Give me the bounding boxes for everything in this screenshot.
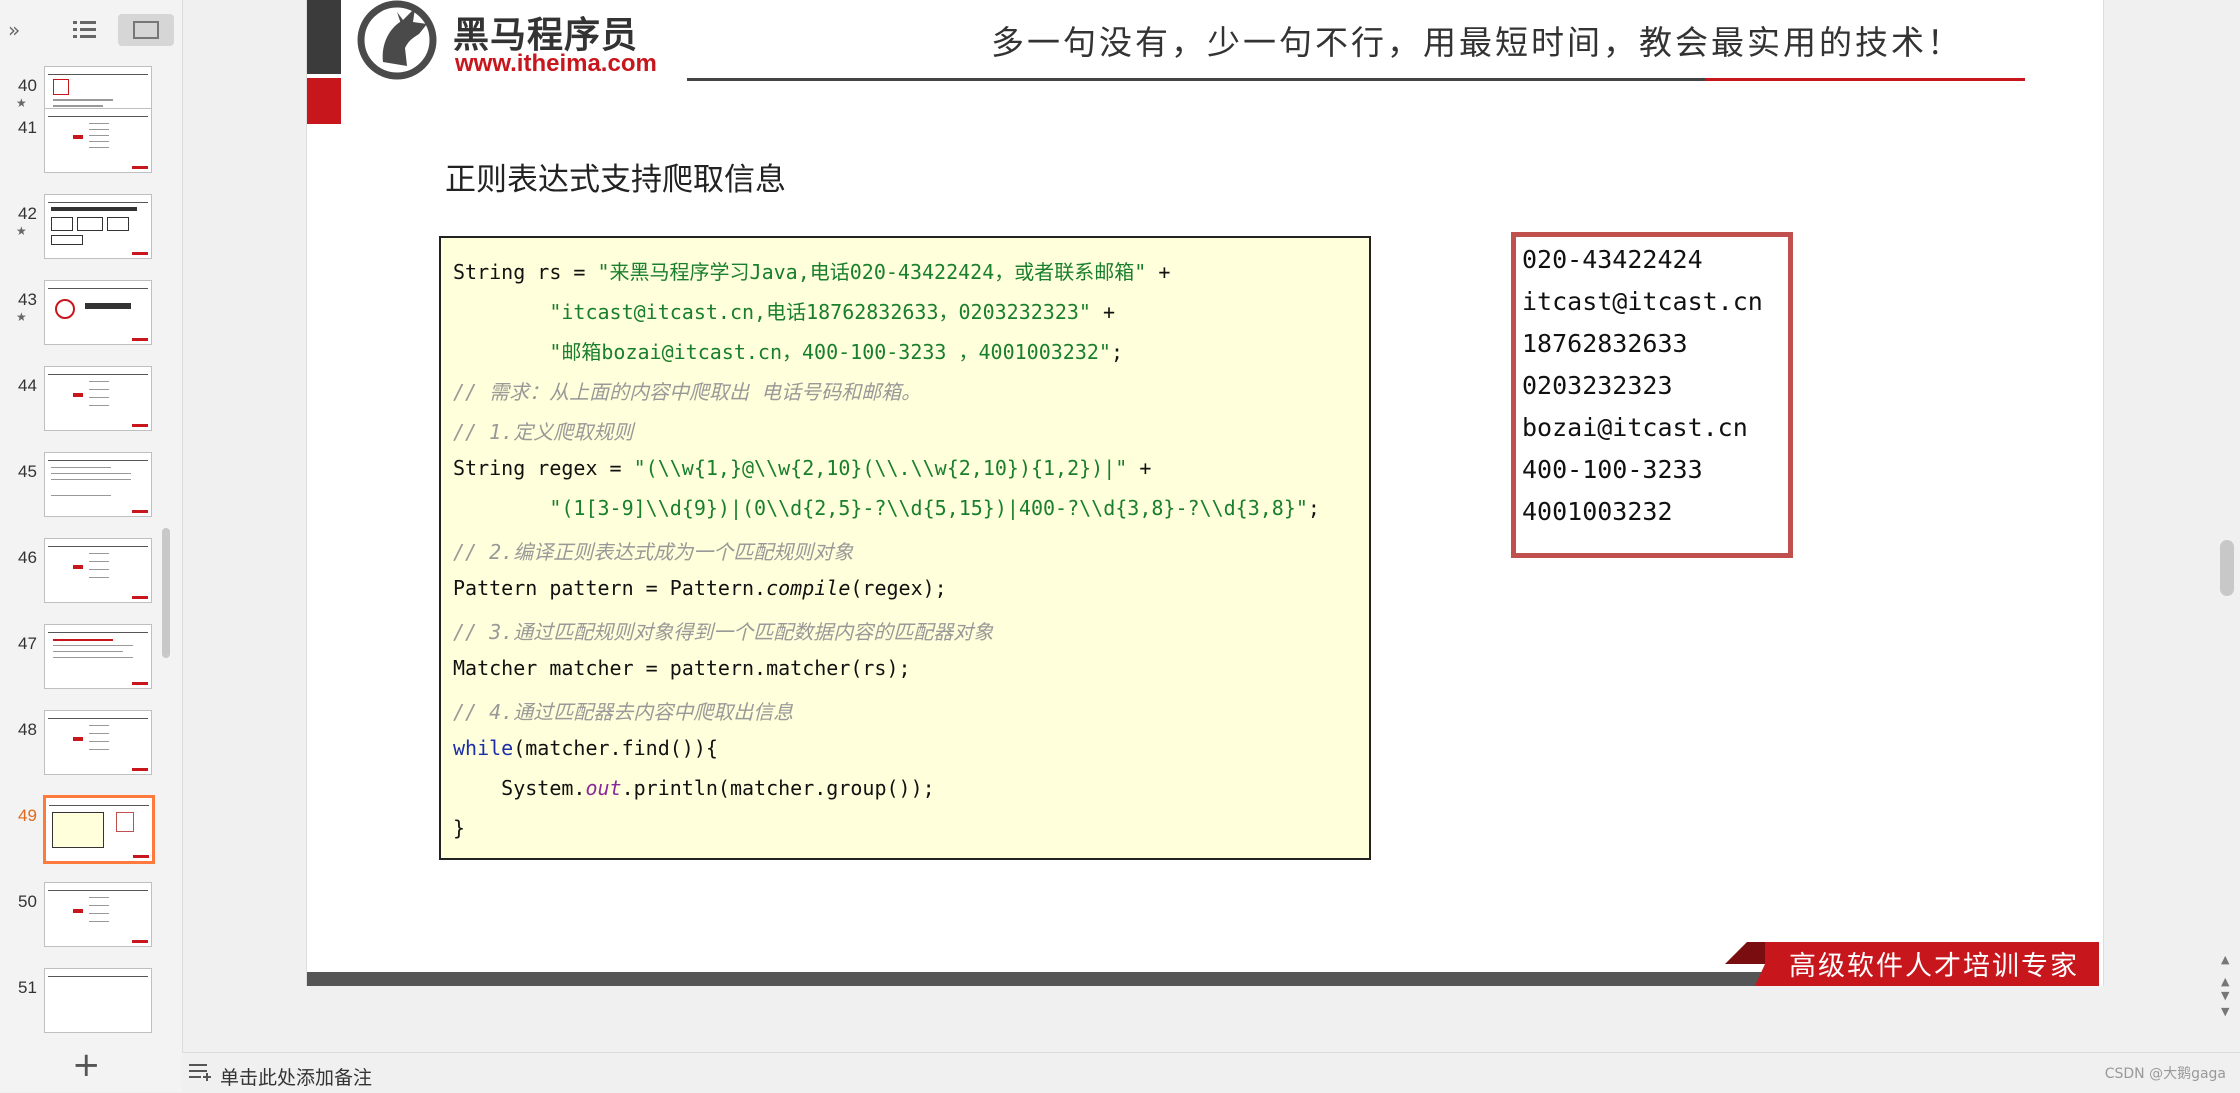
code-line: "(1[3-9]\\d{9})|(0\\d{2,5}-?\\d{5,15})|4… — [549, 496, 1320, 520]
slide-number: 47 — [18, 634, 37, 653]
slide-title: 正则表达式支持爬取信息 — [445, 162, 786, 198]
thumbnail-item[interactable]: 50 — [0, 882, 160, 948]
slide-thumbnail[interactable] — [44, 366, 152, 431]
slide-thumbnail[interactable] — [44, 538, 152, 603]
code-comment: // 3.通过匹配规则对象得到一个匹配数据内容的匹配器对象 — [453, 620, 994, 644]
code-line: } — [453, 816, 466, 840]
slide-thumbnail[interactable] — [44, 108, 152, 173]
output-line: itcast@itcast.cn — [1522, 287, 1763, 316]
slide-thumbnail-active[interactable] — [43, 795, 155, 864]
footer-bar — [307, 972, 1801, 986]
notes-icon — [188, 1061, 212, 1087]
slide-number: 46 — [18, 548, 37, 567]
prev-slide-icon[interactable]: ▲ — [2221, 976, 2229, 987]
slide-number: 42 — [18, 204, 37, 223]
slide-thumbnail-panel: » 40 ★ 41 42 ★ 43 ★ 44 45 46 47 48 49 50… — [0, 0, 183, 1092]
slide-thumbnail[interactable] — [44, 968, 152, 1033]
slide-thumbnail[interactable] — [44, 194, 152, 259]
slide-number: 51 — [18, 978, 37, 997]
code-comment: // 4.通过匹配器去内容中爬取出信息 — [453, 700, 794, 724]
thumbnail-scrollbar[interactable] — [162, 528, 170, 658]
output-line: 0203232323 — [1522, 371, 1673, 400]
header-accent-dark — [307, 0, 341, 74]
thumbnail-item[interactable]: 45 — [0, 452, 160, 518]
thumbnail-list: 40 ★ 41 42 ★ 43 ★ 44 45 46 47 48 49 50 5… — [0, 66, 182, 1036]
thumbnail-item[interactable]: 41 — [0, 108, 160, 174]
thumbnail-view-icon[interactable] — [118, 14, 174, 52]
thumbnail-item[interactable]: 46 — [0, 538, 160, 604]
horse-logo-icon — [353, 0, 445, 84]
code-comment: // 需求：从上面的内容中爬取出 电话号码和邮箱。 — [453, 380, 922, 404]
slide-thumbnail[interactable] — [44, 452, 152, 517]
panel-toolbar: » — [0, 0, 182, 66]
scroll-down-icon[interactable]: ▼ — [2221, 1006, 2229, 1017]
output-box: 020-43422424 itcast@itcast.cn 1876283263… — [1511, 232, 1793, 558]
thumbnail-item[interactable]: 51 — [0, 968, 160, 1034]
slide-slogan: 多一句没有，少一句不行，用最短时间，教会最实用的技术！ — [991, 23, 1963, 62]
slide-canvas[interactable]: 黑马程序员 www.itheima.com 多一句没有，少一句不行，用最短时间，… — [306, 0, 2104, 986]
slide-thumbnail[interactable] — [44, 280, 152, 345]
watermark: CSDN @大鹅gaga — [2104, 1066, 2226, 1082]
add-slide-button[interactable]: + — [72, 1048, 101, 1082]
slide-number: 49 — [18, 806, 37, 825]
code-line: String regex = "(\\w{1,}@\\w{2,10}(\\.\\… — [453, 456, 1152, 480]
thumbnail-item[interactable]: 48 — [0, 710, 160, 776]
slide-thumbnail[interactable] — [44, 624, 152, 689]
code-line: "邮箱bozai@itcast.cn，400-100-3233 ，4001003… — [549, 340, 1124, 364]
brand-url: www.itheima.com — [455, 50, 657, 77]
slide-thumbnail[interactable] — [44, 882, 152, 947]
code-line: System.out.println(matcher.group()); — [453, 776, 935, 800]
slide-number: 48 — [18, 720, 37, 739]
header-rule-accent — [1705, 78, 2025, 81]
slide-thumbnail[interactable] — [44, 710, 152, 775]
notes-placeholder[interactable]: 单击此处添加备注 — [220, 1063, 372, 1090]
scroll-up-icon[interactable]: ▲ — [2221, 954, 2229, 965]
slide-number: 44 — [18, 376, 37, 395]
notes-bar[interactable]: 单击此处添加备注 — [182, 1052, 2240, 1093]
thumbnail-item[interactable]: 47 — [0, 624, 160, 690]
slide-number: 50 — [18, 892, 37, 911]
output-line: 400-100-3233 — [1522, 455, 1703, 484]
vertical-scrollbar[interactable]: ▲ ▲ ▼ ▼ — [2216, 0, 2240, 1050]
code-block: String rs = "来黑马程序学习Java,电话020-43422424，… — [439, 236, 1371, 860]
outline-view-icon[interactable] — [72, 18, 98, 46]
thumbnail-item-active[interactable]: 49 — [0, 795, 160, 864]
collapse-panel-icon[interactable]: » — [8, 18, 20, 42]
slide-number: 40 — [18, 76, 37, 95]
output-line: 020-43422424 — [1522, 245, 1703, 274]
output-line: bozai@itcast.cn — [1522, 413, 1748, 442]
header-accent-red — [307, 78, 341, 124]
animation-star-icon: ★ — [16, 224, 27, 238]
code-line: while(matcher.find()){ — [453, 736, 718, 760]
code-line: Pattern pattern = Pattern.compile(regex)… — [453, 576, 947, 600]
slide-number: 43 — [18, 290, 37, 309]
output-line: 18762832633 — [1522, 329, 1688, 358]
next-slide-icon[interactable]: ▼ — [2221, 990, 2229, 1001]
footer-slogan: 高级软件人才培训专家 — [1789, 951, 2079, 982]
code-line: String rs = "来黑马程序学习Java,电话020-43422424，… — [453, 260, 1171, 284]
code-line: Matcher matcher = pattern.matcher(rs); — [453, 656, 911, 680]
slide-number: 41 — [18, 118, 37, 137]
thumbnail-item[interactable]: 44 — [0, 366, 160, 432]
slide-number: 45 — [18, 462, 37, 481]
output-line: 4001003232 — [1522, 497, 1673, 526]
animation-star-icon: ★ — [16, 310, 27, 324]
thumbnail-item[interactable]: 42 ★ — [0, 194, 160, 260]
code-line: "itcast@itcast.cn,电话18762832633，02032323… — [549, 300, 1116, 324]
scrollbar-thumb[interactable] — [2220, 540, 2234, 596]
code-comment: // 2.编译正则表达式成为一个匹配规则对象 — [453, 540, 854, 564]
code-comment: // 1.定义爬取规则 — [453, 420, 634, 444]
thumbnail-item[interactable]: 43 ★ — [0, 280, 160, 346]
